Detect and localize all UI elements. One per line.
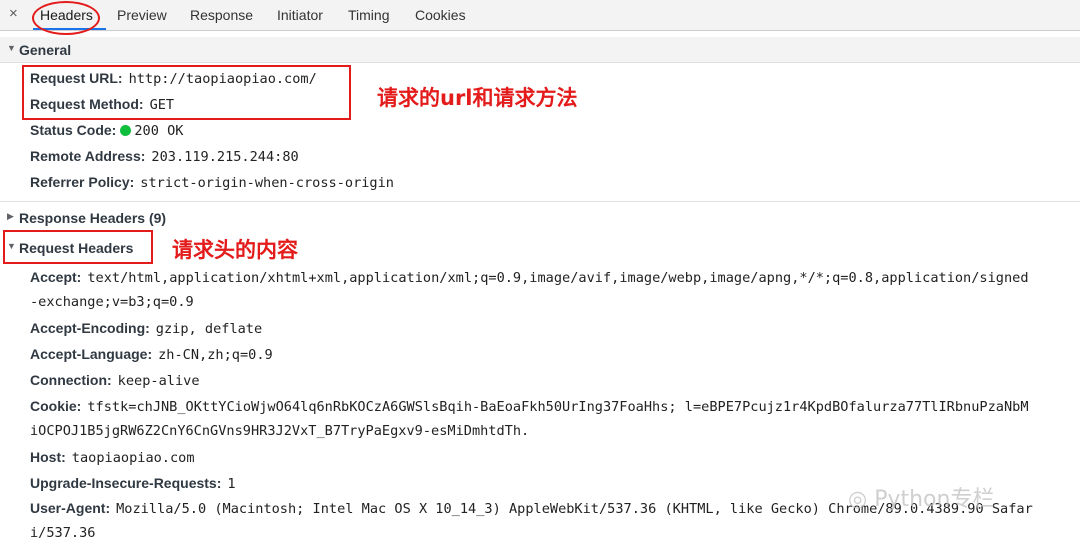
headers-tab-highlight-ellipse (32, 1, 100, 35)
devtools-tabbar: × Headers Preview Response Initiator Tim… (0, 0, 1080, 31)
header-key: Cookie: (30, 398, 82, 414)
header-key: Accept: (30, 269, 82, 285)
url-method-highlight-box (22, 65, 351, 120)
request-row-accept: Accept: text/html,application/xhtml+xml,a… (30, 269, 1029, 287)
general-row-remote-address: Remote Address: 203.119.215.244:80 (30, 148, 299, 166)
watermark-text: Python专栏 (874, 487, 995, 512)
header-key: Accept-Encoding: (30, 320, 150, 336)
tab-preview[interactable]: Preview (117, 7, 167, 23)
header-value: taopiaopiao.com (71, 450, 195, 466)
header-value: text/html,application/xhtml+xml,applicat… (87, 270, 1029, 286)
header-key: Remote Address: (30, 148, 146, 164)
wechat-icon: ◎ (848, 487, 875, 512)
header-key: Accept-Language: (30, 346, 153, 362)
header-value: tfstk=chJNB_OKttYCioWjwO64lq6nRbKOCzA6GW… (87, 399, 1029, 415)
request-headers-section-header[interactable]: ▼ Request Headers (0, 235, 1080, 261)
header-value: strict-origin-when-cross-origin (140, 175, 394, 191)
header-value: zh-CN,zh;q=0.9 (158, 347, 273, 363)
general-section-header[interactable]: ▼ General (0, 37, 1080, 63)
tab-timing[interactable]: Timing (348, 7, 390, 23)
request-row-upgrade-insecure-requests: Upgrade-Insecure-Requests: 1 (30, 475, 236, 493)
response-headers-section-header[interactable]: ▶ Response Headers (9) (0, 205, 1080, 231)
header-value-continuation: -exchange;v=b3;q=0.9 (30, 294, 194, 310)
header-value: 1 (227, 476, 236, 492)
header-key: User-Agent: (30, 500, 111, 516)
general-title: General (19, 42, 72, 58)
header-value: 203.119.215.244:80 (151, 149, 299, 165)
header-value-continuation: iOCPOJ1B5jgRW6Z2CnY6CnGVns9HR3J2VxT_B7Tr… (30, 423, 530, 439)
annotation-url-method: 请求的url和请求方法 (377, 86, 578, 110)
tab-cookies[interactable]: Cookies (415, 7, 466, 23)
header-value: gzip, deflate (155, 321, 263, 337)
header-key: Host: (30, 449, 66, 465)
collapsed-triangle-icon: ▶ (7, 211, 14, 221)
header-key: Status Code: (30, 122, 117, 138)
tab-response[interactable]: Response (190, 7, 253, 23)
section-divider (0, 201, 1080, 202)
header-value-continuation: i/537.36 (30, 525, 96, 541)
request-row-cookie: Cookie: tfstk=chJNB_OKttYCioWjwO64lq6nRbK… (30, 398, 1029, 416)
tab-initiator[interactable]: Initiator (277, 7, 323, 23)
request-row-accept-language: Accept-Language: zh-CN,zh;q=0.9 (30, 346, 273, 364)
close-icon[interactable]: × (9, 5, 18, 22)
expand-triangle-icon: ▼ (7, 43, 16, 53)
status-ok-dot-icon (120, 125, 132, 136)
request-headers-highlight-box (3, 230, 153, 264)
header-value: 200 OK (134, 123, 184, 139)
general-row-referrer-policy: Referrer Policy: strict-origin-when-cross… (30, 174, 394, 192)
general-row-status-code: Status Code: 200 OK (30, 122, 183, 140)
annotation-request-headers: 请求头的内容 (172, 238, 298, 262)
request-row-host: Host: taopiaopiao.com (30, 449, 195, 467)
header-key: Connection: (30, 372, 112, 388)
header-value: keep-alive (117, 373, 200, 389)
header-key: Referrer Policy: (30, 174, 135, 190)
response-headers-title: Response Headers (9) (19, 210, 167, 226)
header-key: Upgrade-Insecure-Requests: (30, 475, 222, 491)
watermark: ◎ Python专栏 (848, 481, 994, 513)
request-row-accept-encoding: Accept-Encoding: gzip, deflate (30, 320, 262, 338)
request-row-connection: Connection: keep-alive (30, 372, 200, 390)
